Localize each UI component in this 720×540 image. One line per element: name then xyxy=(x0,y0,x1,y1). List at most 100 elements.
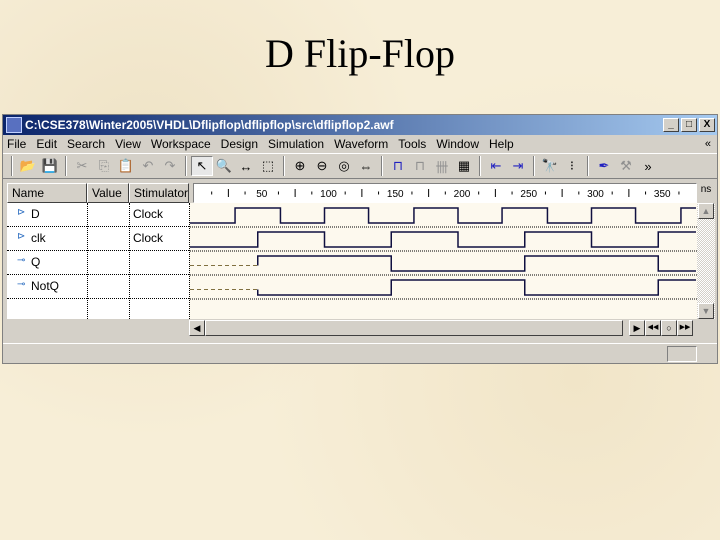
ruler-label: 150 xyxy=(387,189,404,200)
ink-icon[interactable]: ✒ xyxy=(593,156,615,176)
menu-search[interactable]: Search xyxy=(67,137,105,151)
rewind-button[interactable]: ◀◀ xyxy=(645,320,661,336)
zoom-out-icon[interactable]: ⊖ xyxy=(311,156,333,176)
menu-view[interactable]: View xyxy=(115,137,141,151)
close-button[interactable]: X xyxy=(699,118,715,132)
ruler-label: 200 xyxy=(454,189,471,200)
menu-overflow-button[interactable]: « xyxy=(705,138,711,150)
column-divider xyxy=(87,203,88,319)
waveform-notq[interactable] xyxy=(257,279,696,296)
menu-help[interactable]: Help xyxy=(489,137,514,151)
waveform-pane xyxy=(189,203,698,319)
menu-simulation[interactable]: Simulation xyxy=(268,137,324,151)
open-folder-icon[interactable]: 📂 xyxy=(17,156,39,176)
cut-icon[interactable]: ✂ xyxy=(71,156,93,176)
vertical-scrollbar[interactable]: ▲ ▼ xyxy=(697,203,715,319)
menu-waveform[interactable]: Waveform xyxy=(334,137,388,151)
zoom-in-icon[interactable]: ⊕ xyxy=(289,156,311,176)
signal-row[interactable]: ⊳ clk Clock xyxy=(7,227,189,251)
column-header-value[interactable]: Value xyxy=(87,183,129,203)
signal-list: ⊳ D Clock ⊳ clk Clock ⊸ Q ⊸ NotQ xyxy=(7,203,189,319)
waveform-clk[interactable] xyxy=(190,231,696,248)
ruler-label: 250 xyxy=(520,189,537,200)
menu-design[interactable]: Design xyxy=(221,137,258,151)
ruler-label: 350 xyxy=(654,189,671,200)
menu-window[interactable]: Window xyxy=(436,137,479,151)
signal-name: NotQ xyxy=(31,279,60,293)
waveform-window: C:\CSE378\Winter2005\VHDL\Dflipflop\dfli… xyxy=(2,114,718,364)
menu-tools[interactable]: Tools xyxy=(398,137,426,151)
waveform-traces xyxy=(190,207,698,300)
paste-icon[interactable]: 📋 xyxy=(115,156,137,176)
menu-workspace[interactable]: Workspace xyxy=(151,137,211,151)
hierarchy-icon[interactable]: ▦ xyxy=(453,156,475,176)
fast-forward-button[interactable]: ▶▶ xyxy=(677,320,693,336)
input-port-icon: ⊳ xyxy=(17,207,26,218)
zoom-fit-icon[interactable]: ⇔ xyxy=(355,156,377,176)
input-port-icon: ⊳ xyxy=(17,231,26,242)
slide-title: D Flip-Flop xyxy=(264,31,456,76)
find-icon[interactable]: 🔭 xyxy=(539,156,561,176)
next-edge-icon[interactable]: ⇥ xyxy=(507,156,529,176)
menu-file[interactable]: File xyxy=(7,137,26,151)
scroll-left-button[interactable]: ◀ xyxy=(189,320,205,336)
ruler-label: 50 xyxy=(256,189,268,200)
menu-edit[interactable]: Edit xyxy=(36,137,57,151)
window-title: C:\CSE378\Winter2005\VHDL\Dflipflop\dfli… xyxy=(25,118,394,132)
scroll-down-button[interactable]: ▼ xyxy=(698,303,714,319)
signal-row[interactable]: ⊸ Q xyxy=(7,251,189,275)
tools-disabled-icon[interactable]: ⚒ xyxy=(615,156,637,176)
footsteps-icon[interactable]: ⁝ xyxy=(561,156,583,176)
time-ruler[interactable]: 50 100 150 200 250 300 350 xyxy=(193,183,697,203)
toolbar-separator xyxy=(479,156,481,176)
toolbar-separator xyxy=(533,156,535,176)
app-icon xyxy=(6,117,22,133)
add-signal-icon[interactable]: ⊓ xyxy=(387,156,409,176)
save-icon[interactable]: 💾 xyxy=(39,156,61,176)
prev-edge-icon[interactable]: ⇤ xyxy=(485,156,507,176)
signal-row[interactable]: ⊳ D Clock xyxy=(7,203,189,227)
column-divider xyxy=(129,203,130,319)
title-bar: C:\CSE378\Winter2005\VHDL\Dflipflop\dfli… xyxy=(3,115,717,135)
toolbar-separator xyxy=(587,156,589,176)
overflow-icon[interactable]: » xyxy=(637,156,659,176)
scroll-thumb[interactable] xyxy=(205,320,623,336)
ruler-label: 300 xyxy=(587,189,604,200)
signal-row[interactable]: ⊸ NotQ xyxy=(7,275,189,299)
signal-stimulator[interactable]: Clock xyxy=(133,231,163,245)
waveform-d[interactable] xyxy=(190,207,696,224)
minimize-button[interactable]: _ xyxy=(663,118,679,132)
column-header-stimulator[interactable]: Stimulator xyxy=(129,183,189,203)
toolbar-separator xyxy=(381,156,383,176)
bus-icon[interactable]: 卌 xyxy=(431,156,453,176)
scroll-up-button[interactable]: ▲ xyxy=(698,203,714,219)
redo-icon[interactable]: ↷ xyxy=(159,156,181,176)
output-port-icon: ⊸ xyxy=(17,255,26,266)
signal-name: D xyxy=(31,207,40,221)
signal-name: Q xyxy=(31,255,41,269)
ruler-ticks: 50 100 150 200 250 300 350 xyxy=(211,189,680,200)
maximize-button[interactable]: □ xyxy=(681,118,697,132)
signal-stimulator[interactable]: Clock xyxy=(133,207,163,221)
toolbar-separator xyxy=(283,156,285,176)
remove-signal-icon[interactable]: ⊓ xyxy=(409,156,431,176)
status-panel xyxy=(667,346,697,362)
select-bus-icon[interactable]: ⬚ xyxy=(257,156,279,176)
signal-name: clk xyxy=(31,231,46,245)
output-port-icon: ⊸ xyxy=(17,279,26,290)
play-button[interactable]: ▶ xyxy=(629,320,645,336)
column-header-name[interactable]: Name xyxy=(7,183,87,203)
zoom-area-icon[interactable]: ◎ xyxy=(333,156,355,176)
waveform-q[interactable] xyxy=(257,255,696,272)
horizontal-scrollbar[interactable]: ◀ ▶ ◀◀ ○ ▶▶ xyxy=(189,319,697,337)
pointer-icon[interactable]: ↖ xyxy=(191,156,213,176)
toolbar-grip[interactable] xyxy=(11,156,13,176)
waveform-viewer: Name Value Stimulator 50 100 150 200 250 300 3… xyxy=(7,183,715,339)
stop-button[interactable]: ○ xyxy=(661,320,677,336)
measure-icon[interactable]: ↔ xyxy=(235,156,257,176)
copy-icon[interactable]: ⎘ xyxy=(93,156,115,176)
zoom-icon[interactable]: 🔍 xyxy=(213,156,235,176)
toolbar-separator xyxy=(185,156,187,176)
ruler-label: 100 xyxy=(320,189,337,200)
undo-icon[interactable]: ↶ xyxy=(137,156,159,176)
